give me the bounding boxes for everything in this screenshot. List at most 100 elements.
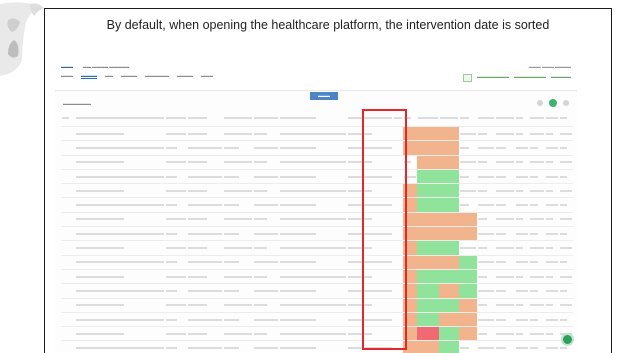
- table-row[interactable]: [61, 326, 573, 342]
- table-cell: [187, 140, 223, 156]
- table-cell: [515, 226, 529, 242]
- table-row[interactable]: [61, 155, 573, 170]
- column-header[interactable]: [61, 110, 75, 127]
- table-cell: [75, 269, 165, 285]
- table-row[interactable]: [61, 283, 573, 299]
- column-header[interactable]: [417, 110, 439, 127]
- table-cell: [223, 155, 253, 170]
- add-icon[interactable]: [549, 99, 557, 107]
- column-header[interactable]: [253, 110, 279, 127]
- cell-text-placeholder: [560, 318, 567, 321]
- table-cell: [75, 226, 165, 242]
- cell-text-placeholder: [478, 161, 487, 164]
- column-header[interactable]: [187, 110, 223, 127]
- cell-text-placeholder: [166, 247, 186, 250]
- table-cell: [529, 269, 545, 285]
- cell-text-placeholder: [460, 146, 469, 149]
- header-action[interactable]: ▬▬▬▬▬: [551, 74, 571, 82]
- header-action[interactable]: ▬▬▬▬▬▬▬▬: [477, 74, 509, 82]
- table-row[interactable]: [61, 340, 573, 353]
- table-cell: [545, 255, 559, 270]
- more-icon[interactable]: [563, 100, 569, 106]
- table-body: [61, 126, 573, 353]
- table-cell: [75, 212, 165, 228]
- column-header[interactable]: [223, 110, 253, 127]
- table-cell: [61, 155, 75, 170]
- table-cell: [279, 298, 347, 313]
- help-icon[interactable]: [561, 333, 574, 346]
- column-header[interactable]: [529, 110, 545, 127]
- table-row[interactable]: [61, 212, 573, 228]
- column-header[interactable]: [439, 110, 459, 127]
- table-cell: [529, 197, 545, 213]
- cell-text-placeholder: [530, 304, 544, 307]
- table-row[interactable]: [61, 312, 573, 328]
- cell-text-placeholder: [224, 218, 252, 221]
- status-cell: [417, 197, 439, 213]
- cell-text-placeholder: [516, 146, 528, 149]
- cell-text-placeholder: [254, 161, 268, 164]
- nav-tabs[interactable]: ▬▬▬ ▬▬▬▬ ▬▬ ▬▬▬▬ ▬▬▬▬▬▬ ▬▬▬▬ ▬▬▬: [61, 73, 213, 79]
- cell-text-placeholder: [224, 347, 240, 350]
- table-row[interactable]: [61, 226, 573, 242]
- nav-tab[interactable]: ▬▬▬: [61, 73, 73, 79]
- table-cell: [559, 183, 573, 199]
- search-button[interactable]: ▬▬▬: [310, 92, 338, 100]
- nav-tab[interactable]: ▬▬: [105, 73, 113, 79]
- cell-text-placeholder: [166, 161, 186, 164]
- table-cell: [253, 340, 279, 353]
- column-header[interactable]: [279, 110, 347, 127]
- cell-text-placeholder: [224, 247, 252, 250]
- status-cell: [417, 312, 439, 328]
- table-row[interactable]: [61, 126, 573, 142]
- cell-text-placeholder: [546, 161, 553, 164]
- user-menu[interactable]: ▬▬▬ ▬▬▬ ▬▬▬▬: [529, 64, 571, 69]
- tool-icons: [537, 99, 569, 107]
- table-cell: [477, 312, 495, 328]
- table-row[interactable]: [61, 183, 573, 199]
- filter-icon[interactable]: [463, 74, 472, 82]
- column-header-placeholder: [560, 117, 567, 119]
- table-row[interactable]: [61, 255, 573, 270]
- cell-text-placeholder: [76, 289, 164, 292]
- nav-tab[interactable]: ▬▬▬▬▬▬: [145, 73, 169, 79]
- table-cell: [545, 340, 559, 353]
- table-row[interactable]: [61, 269, 573, 285]
- table-row[interactable]: [61, 197, 573, 213]
- cell-text-placeholder: [560, 218, 572, 221]
- nav-tab[interactable]: ▬▬▬▬: [177, 73, 193, 79]
- table-row[interactable]: [61, 169, 573, 185]
- cell-text-placeholder: [188, 261, 222, 264]
- nav-tab[interactable]: ▬▬▬▬: [121, 73, 137, 79]
- cell-text-placeholder: [530, 132, 544, 135]
- cell-text-placeholder: [76, 332, 125, 335]
- cell-text-placeholder: [478, 304, 487, 307]
- column-header[interactable]: [75, 110, 165, 127]
- column-header[interactable]: [559, 110, 573, 127]
- settings-icon[interactable]: [537, 100, 543, 106]
- header-action[interactable]: ▬▬▬▬▬▬▬▬: [514, 74, 546, 82]
- nav-tab-active[interactable]: ▬▬▬▬: [81, 73, 97, 79]
- cell-text-placeholder: [546, 347, 558, 350]
- table-cell: [459, 169, 477, 185]
- column-header[interactable]: [515, 110, 529, 127]
- cell-text-placeholder: [224, 175, 240, 178]
- column-header[interactable]: [459, 110, 477, 127]
- column-header-placeholder: [166, 117, 186, 119]
- column-header[interactable]: [495, 110, 515, 127]
- table-cell: [279, 326, 347, 342]
- column-header[interactable]: [545, 110, 559, 127]
- table-cell: [559, 255, 573, 270]
- table-row[interactable]: [61, 240, 573, 256]
- table-cell: [61, 340, 75, 353]
- table-row[interactable]: [61, 298, 573, 313]
- cell-text-placeholder: [166, 318, 177, 321]
- table-cell: [187, 197, 223, 213]
- nav-tab[interactable]: ▬▬▬: [201, 73, 213, 79]
- column-header[interactable]: [165, 110, 187, 127]
- column-header[interactable]: [477, 110, 495, 127]
- table-row[interactable]: [61, 140, 573, 156]
- table-cell: [459, 240, 477, 256]
- cell-text-placeholder: [560, 232, 567, 235]
- column-header-placeholder: [224, 117, 252, 119]
